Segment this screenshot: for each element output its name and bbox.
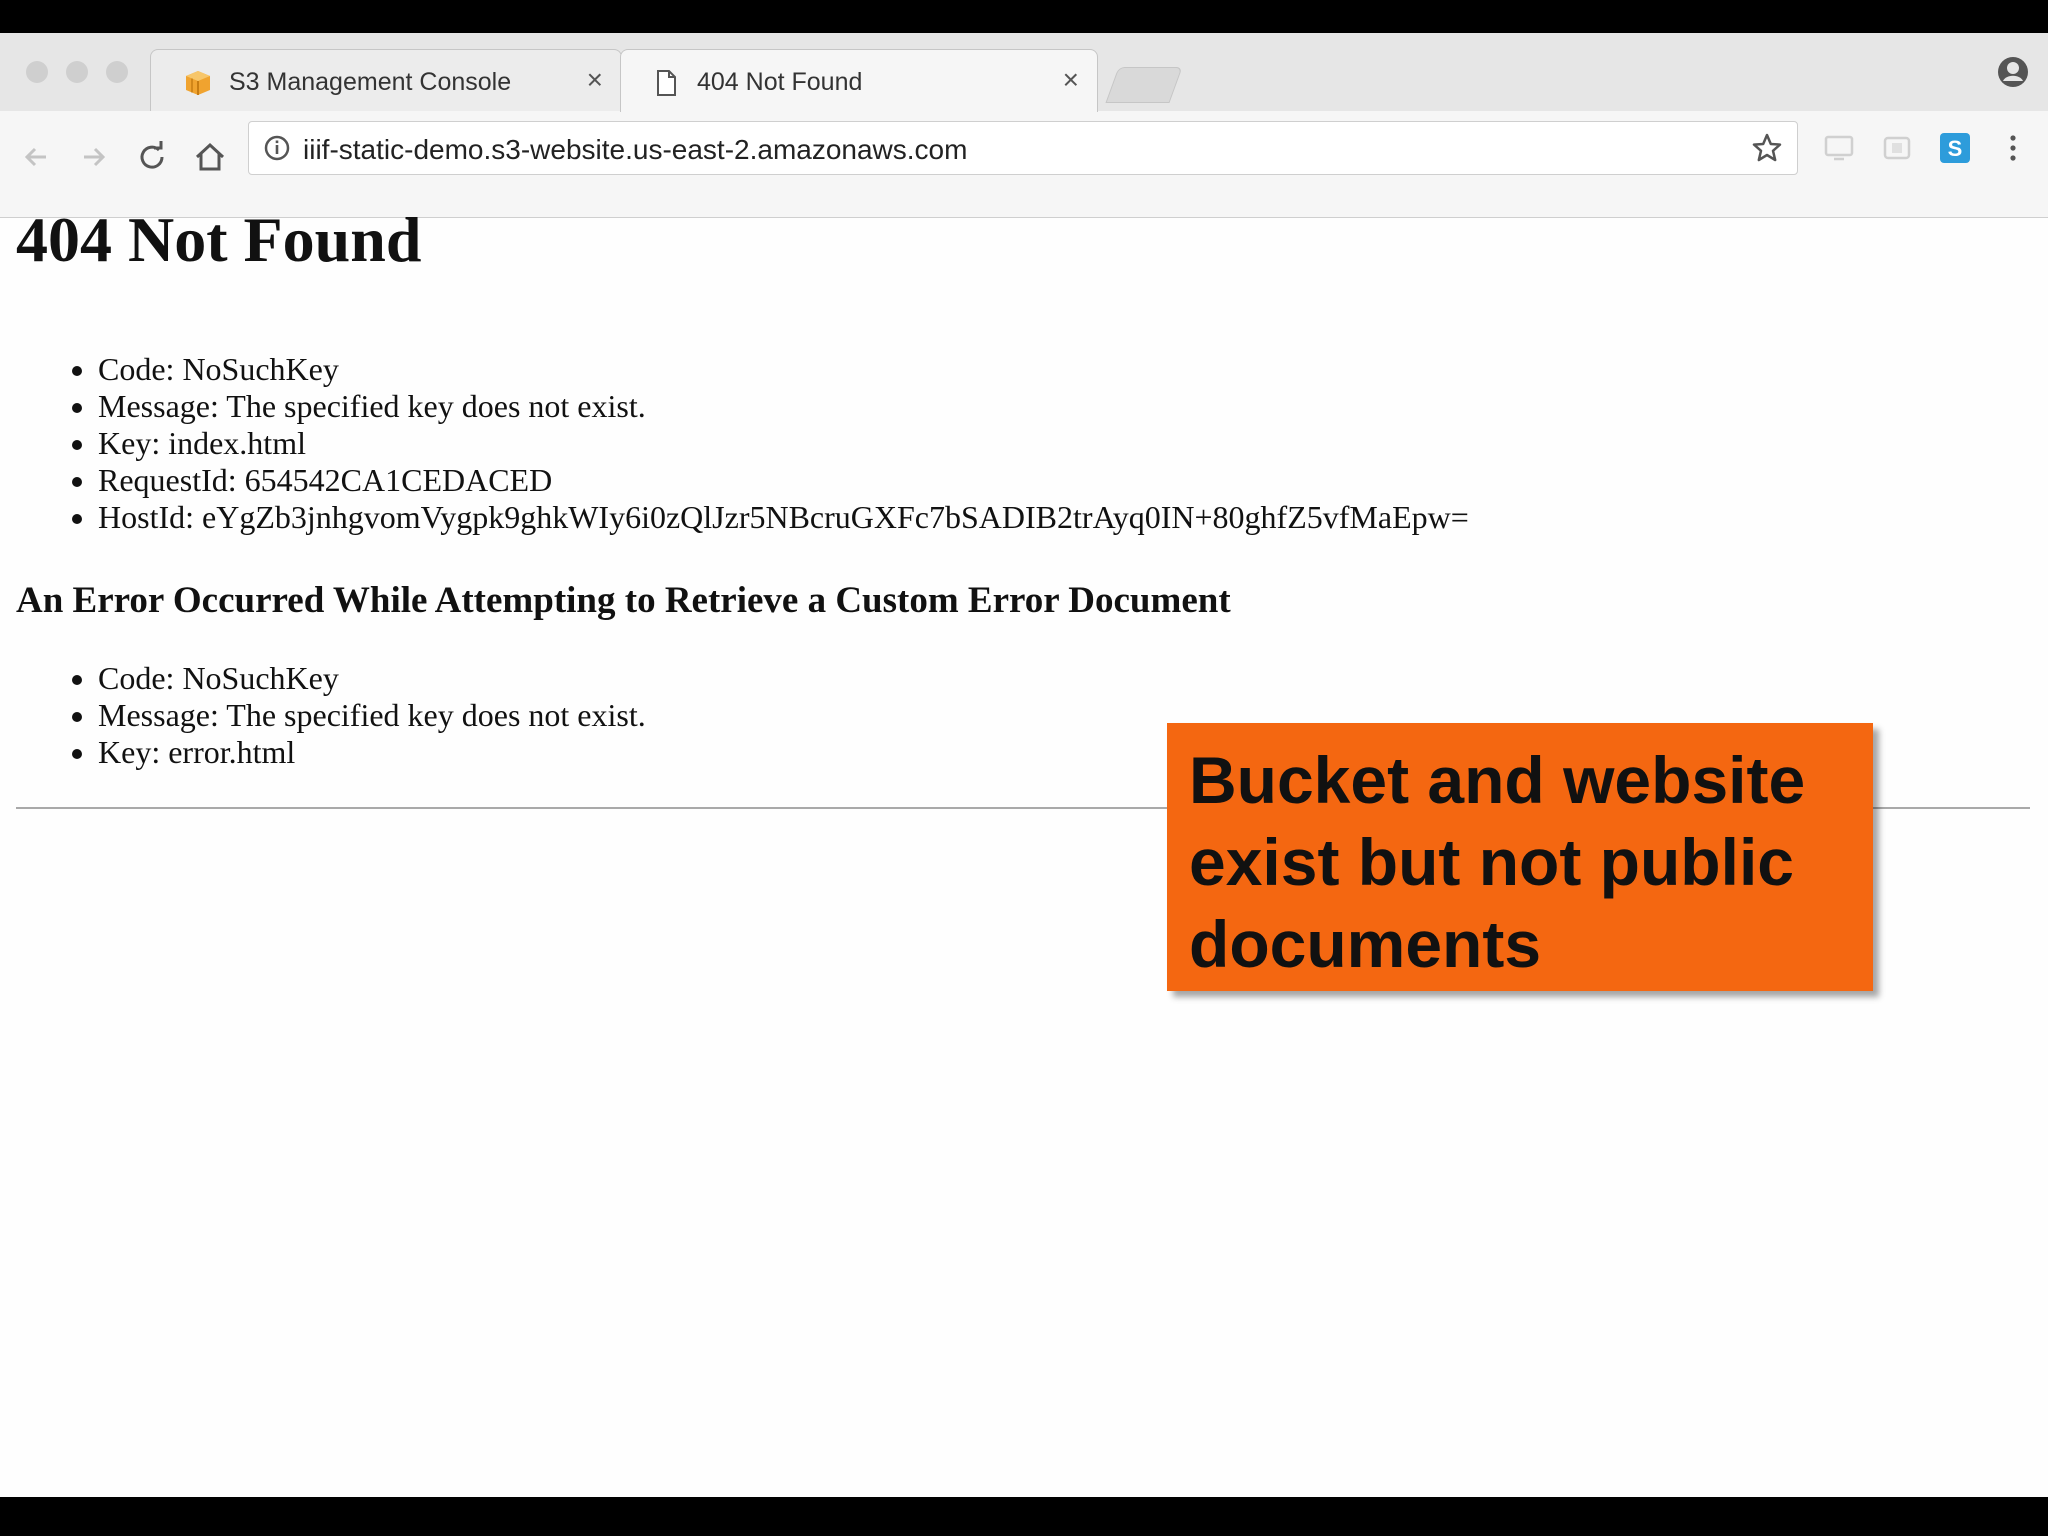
browser-window: S3 Management Console × 404 Not Found × bbox=[0, 33, 2048, 1497]
custom-error-details-list: Code: NoSuchKey Message: The specified k… bbox=[62, 660, 646, 771]
cast-extension-icon[interactable] bbox=[1822, 131, 1856, 165]
extension-icon[interactable] bbox=[1880, 131, 1914, 165]
reload-button[interactable] bbox=[134, 139, 170, 175]
list-item: RequestId: 654542CA1CEDACED bbox=[98, 462, 1469, 499]
error-subheading: An Error Occurred While Attempting to Re… bbox=[16, 580, 1231, 621]
tab-close-button[interactable]: × bbox=[587, 66, 603, 94]
back-button[interactable] bbox=[18, 139, 54, 175]
tab-404-not-found[interactable]: 404 Not Found × bbox=[620, 49, 1098, 112]
page-title: 404 Not Found bbox=[16, 204, 422, 275]
error-details-list: Code: NoSuchKey Message: The specified k… bbox=[62, 351, 1469, 536]
list-item: Code: NoSuchKey bbox=[98, 351, 1469, 388]
tab-title: 404 Not Found bbox=[697, 68, 863, 96]
callout-annotation: Bucket and website exist but not public … bbox=[1167, 723, 1873, 991]
url-text: iiif-static-demo.s3-website.us-east-2.am… bbox=[303, 134, 968, 165]
tab-s3-management-console[interactable]: S3 Management Console × bbox=[150, 49, 622, 111]
aws-box-icon bbox=[186, 71, 210, 95]
list-item: Key: index.html bbox=[98, 425, 1469, 462]
minimize-window-button[interactable] bbox=[66, 61, 88, 83]
arrow-right-icon bbox=[84, 147, 106, 167]
tab-title: S3 Management Console bbox=[229, 68, 512, 96]
forward-button[interactable] bbox=[76, 139, 112, 175]
more-menu-icon[interactable] bbox=[1996, 131, 2030, 165]
new-tab-button[interactable] bbox=[1105, 67, 1183, 103]
home-button[interactable] bbox=[192, 139, 228, 175]
tab-strip: S3 Management Console × 404 Not Found × bbox=[0, 33, 2048, 112]
home-icon bbox=[195, 142, 225, 171]
list-item: Key: error.html bbox=[98, 734, 646, 771]
list-item: Message: The specified key does not exis… bbox=[98, 697, 646, 734]
document-icon bbox=[657, 70, 676, 96]
bookmark-star-icon[interactable] bbox=[1751, 132, 1783, 164]
svg-text:S: S bbox=[1948, 136, 1963, 161]
reload-icon bbox=[140, 141, 164, 169]
close-window-button[interactable] bbox=[26, 61, 48, 83]
s-extension-icon[interactable]: S bbox=[1938, 131, 1972, 165]
arrow-left-icon bbox=[24, 147, 46, 167]
list-item: Message: The specified key does not exis… bbox=[98, 388, 1469, 425]
maximize-window-button[interactable] bbox=[106, 61, 128, 83]
profile-icon[interactable] bbox=[1996, 55, 2030, 89]
tab-close-button[interactable]: × bbox=[1063, 66, 1079, 94]
list-item: Code: NoSuchKey bbox=[98, 660, 646, 697]
address-bar[interactable]: iiif-static-demo.s3-website.us-east-2.am… bbox=[248, 121, 1798, 175]
list-item: HostId: eYgZb3jnhgvomVygpk9ghkWIy6i0zQlJ… bbox=[98, 499, 1469, 536]
info-icon[interactable] bbox=[263, 134, 291, 162]
